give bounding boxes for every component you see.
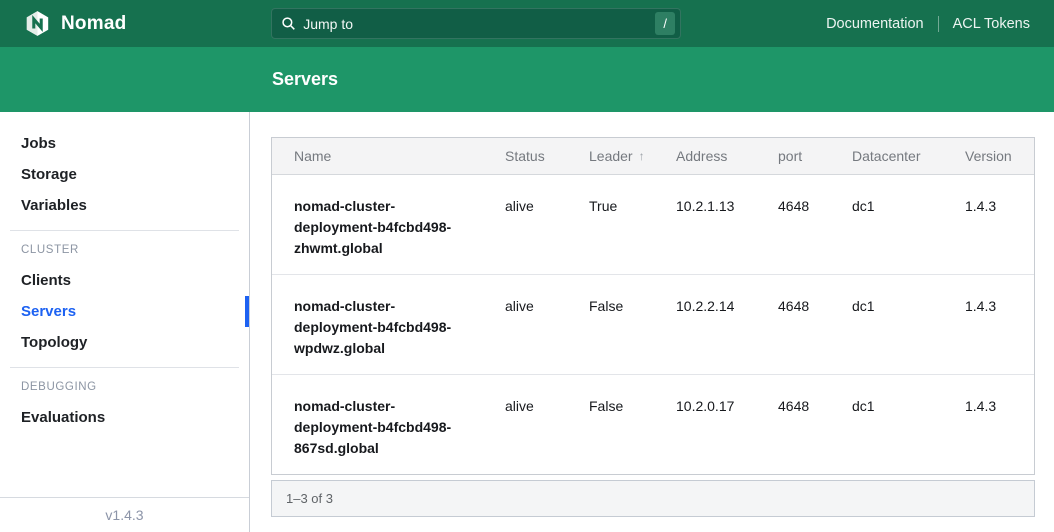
server-status: alive — [505, 196, 589, 259]
column-header-version[interactable]: Version — [965, 138, 1034, 174]
table-row[interactable]: nomad-cluster-deployment-b4fcbd498-zhwmt… — [272, 175, 1034, 274]
search-icon — [281, 16, 296, 31]
column-header-address[interactable]: Address — [676, 138, 778, 174]
sidebar-item-topology[interactable]: Topology — [0, 327, 249, 358]
server-status: alive — [505, 396, 589, 459]
sidebar-item-storage[interactable]: Storage — [0, 159, 249, 190]
server-port: 4648 — [778, 396, 852, 459]
servers-table: Name Status Leader ↑ Address port Datace… — [271, 137, 1035, 475]
server-port: 4648 — [778, 296, 852, 359]
column-header-datacenter[interactable]: Datacenter — [852, 138, 965, 174]
search-input[interactable] — [303, 16, 655, 32]
server-leader: True — [589, 196, 676, 259]
sidebar-item-evaluations[interactable]: Evaluations — [0, 402, 249, 433]
sidebar: Jobs Storage Variables CLUSTER Clients S… — [0, 112, 250, 532]
table-header-row: Name Status Leader ↑ Address port Datace… — [272, 138, 1034, 175]
jump-to-search[interactable]: / — [271, 8, 681, 39]
server-leader: False — [589, 396, 676, 459]
sidebar-footer: v1.4.3 — [0, 497, 249, 532]
server-datacenter: dc1 — [852, 196, 965, 259]
server-name: nomad-cluster-deployment-b4fcbd498-wpdwz… — [272, 296, 505, 359]
server-datacenter: dc1 — [852, 396, 965, 459]
documentation-link[interactable]: Documentation — [826, 16, 924, 32]
server-status: alive — [505, 296, 589, 359]
link-divider — [938, 16, 939, 32]
main-panel: Name Status Leader ↑ Address port Datace… — [250, 112, 1054, 532]
server-leader: False — [589, 296, 676, 359]
keyboard-shortcut-badge: / — [655, 12, 675, 35]
top-navbar: Nomad / Documentation ACL Tokens — [0, 0, 1054, 47]
server-address: 10.2.2.14 — [676, 296, 778, 359]
server-address: 10.2.1.13 — [676, 196, 778, 259]
column-header-status[interactable]: Status — [505, 138, 589, 174]
page-title: Servers — [272, 69, 338, 90]
server-version: 1.4.3 — [965, 296, 1034, 359]
sidebar-item-variables[interactable]: Variables — [0, 190, 249, 221]
pagination-bar: 1–3 of 3 — [271, 480, 1035, 517]
sidebar-divider — [10, 367, 239, 368]
page-header: Servers — [0, 47, 1054, 112]
server-version: 1.4.3 — [965, 196, 1034, 259]
column-header-port[interactable]: port — [778, 138, 852, 174]
server-name: nomad-cluster-deployment-b4fcbd498-867sd… — [272, 396, 505, 459]
server-datacenter: dc1 — [852, 296, 965, 359]
sidebar-section-cluster: CLUSTER — [0, 239, 249, 265]
active-indicator-bar — [245, 296, 249, 327]
sort-ascending-icon: ↑ — [639, 149, 645, 163]
server-address: 10.2.0.17 — [676, 396, 778, 459]
server-version: 1.4.3 — [965, 396, 1034, 459]
column-header-leader[interactable]: Leader ↑ — [589, 138, 676, 174]
version-label: v1.4.3 — [105, 507, 143, 523]
pagination-summary: 1–3 of 3 — [286, 491, 333, 506]
acl-tokens-link[interactable]: ACL Tokens — [953, 16, 1030, 32]
sidebar-item-label: Servers — [21, 303, 76, 320]
navbar-links: Documentation ACL Tokens — [826, 16, 1030, 32]
navbar-center: / — [126, 8, 826, 39]
brand-name: Nomad — [61, 13, 126, 35]
table-row[interactable]: nomad-cluster-deployment-b4fcbd498-wpdwz… — [272, 274, 1034, 374]
server-port: 4648 — [778, 196, 852, 259]
sidebar-item-jobs[interactable]: Jobs — [0, 128, 249, 159]
sidebar-section-debugging: DEBUGGING — [0, 376, 249, 402]
sidebar-item-clients[interactable]: Clients — [0, 265, 249, 296]
server-name: nomad-cluster-deployment-b4fcbd498-zhwmt… — [272, 196, 505, 259]
table-row[interactable]: nomad-cluster-deployment-b4fcbd498-867sd… — [272, 374, 1034, 474]
content-area: Jobs Storage Variables CLUSTER Clients S… — [0, 112, 1054, 532]
sidebar-item-servers[interactable]: Servers — [0, 296, 249, 327]
sidebar-divider — [10, 230, 239, 231]
nomad-home-link[interactable]: Nomad — [24, 10, 126, 37]
nomad-logo-icon — [24, 10, 51, 37]
column-header-name[interactable]: Name — [272, 138, 505, 174]
